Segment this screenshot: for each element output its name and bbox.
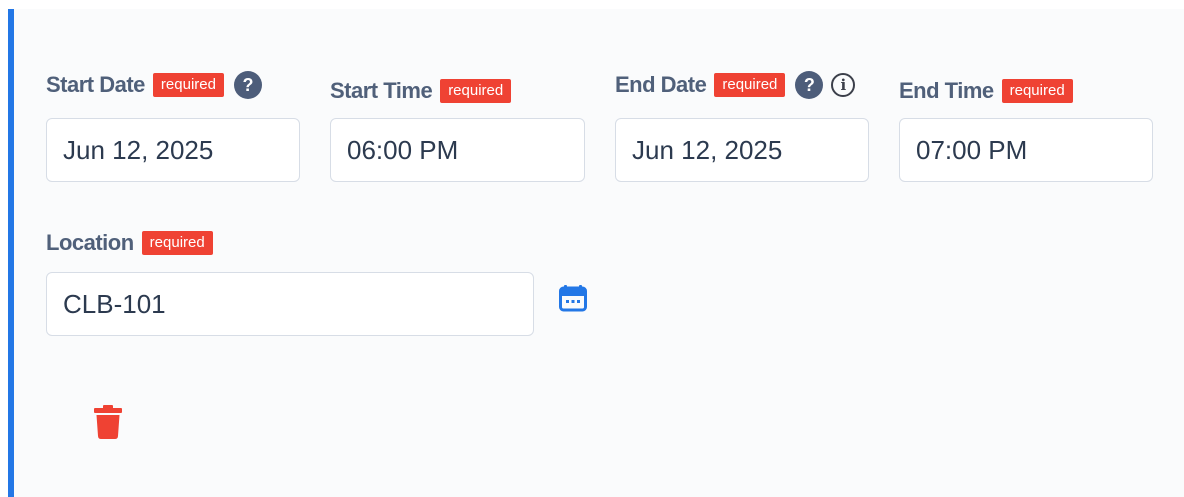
end-time-label-row: End Time required xyxy=(899,77,1073,105)
required-badge: required xyxy=(714,73,786,97)
trash-icon[interactable] xyxy=(94,405,122,439)
help-icon[interactable]: ? xyxy=(795,71,824,99)
help-icon[interactable]: ? xyxy=(233,71,262,99)
start-time-field: Start Time required xyxy=(330,77,512,105)
end-date-label: End Date xyxy=(615,72,707,97)
required-badge: required xyxy=(440,79,512,103)
info-icon[interactable]: i xyxy=(831,73,856,97)
end-date-field: End Date required ? i xyxy=(615,71,856,99)
start-time-label-row: Start Time required xyxy=(330,77,512,105)
location-field: Location required xyxy=(46,229,213,257)
end-time-input[interactable] xyxy=(899,118,1153,182)
end-time-label: End Time xyxy=(899,78,994,103)
end-date-input[interactable] xyxy=(615,118,869,182)
location-label-row: Location required xyxy=(46,229,213,257)
start-date-label-row: Start Date required ? xyxy=(46,71,262,99)
end-time-field: End Time required xyxy=(899,77,1073,105)
location-label: Location xyxy=(46,230,134,255)
required-badge: required xyxy=(152,73,224,97)
event-session-panel: Start Date required ? Start Time require… xyxy=(8,9,1184,497)
start-time-input[interactable] xyxy=(330,118,585,182)
end-date-label-row: End Date required ? i xyxy=(615,71,856,99)
calendar-icon[interactable] xyxy=(559,284,587,312)
location-input[interactable] xyxy=(46,272,534,336)
start-date-label: Start Date xyxy=(46,72,145,97)
start-time-label: Start Time xyxy=(330,78,433,103)
required-badge: required xyxy=(141,231,213,255)
start-date-field: Start Date required ? xyxy=(46,71,262,99)
required-badge: required xyxy=(1001,79,1073,103)
start-date-input[interactable] xyxy=(46,118,300,182)
